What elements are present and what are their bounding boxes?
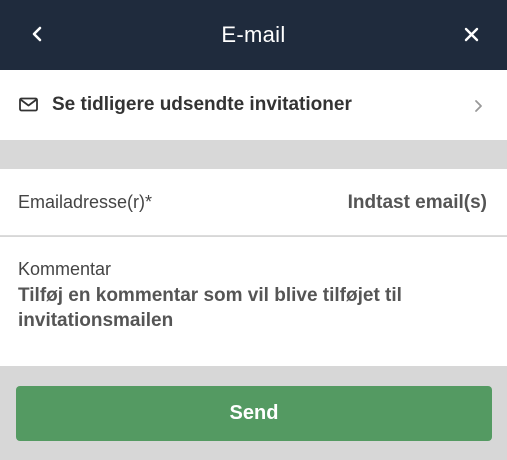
section-divider xyxy=(0,140,507,169)
email-label: Emailadresse(r)* xyxy=(18,192,153,212)
comment-input[interactable] xyxy=(18,283,488,357)
chevron-right-icon xyxy=(475,100,482,112)
header-bar: E-mail xyxy=(0,0,507,70)
page-title: E-mail xyxy=(221,22,286,47)
close-icon[interactable] xyxy=(459,19,485,49)
send-button[interactable]: Send xyxy=(16,386,492,441)
previous-invitations-link[interactable]: Se tidligere udsendte invitationer xyxy=(0,70,507,140)
email-input[interactable] xyxy=(247,181,487,225)
footer: Send xyxy=(0,366,507,460)
email-field-row: Emailadresse(r)* xyxy=(0,169,507,236)
comment-label: Kommentar xyxy=(18,259,112,279)
chevron-left-icon[interactable] xyxy=(26,19,50,49)
previous-invitations-label: Se tidligere udsendte invitationer xyxy=(52,94,352,115)
comment-field-row: Kommentar xyxy=(0,237,507,366)
envelope-icon xyxy=(19,97,38,112)
